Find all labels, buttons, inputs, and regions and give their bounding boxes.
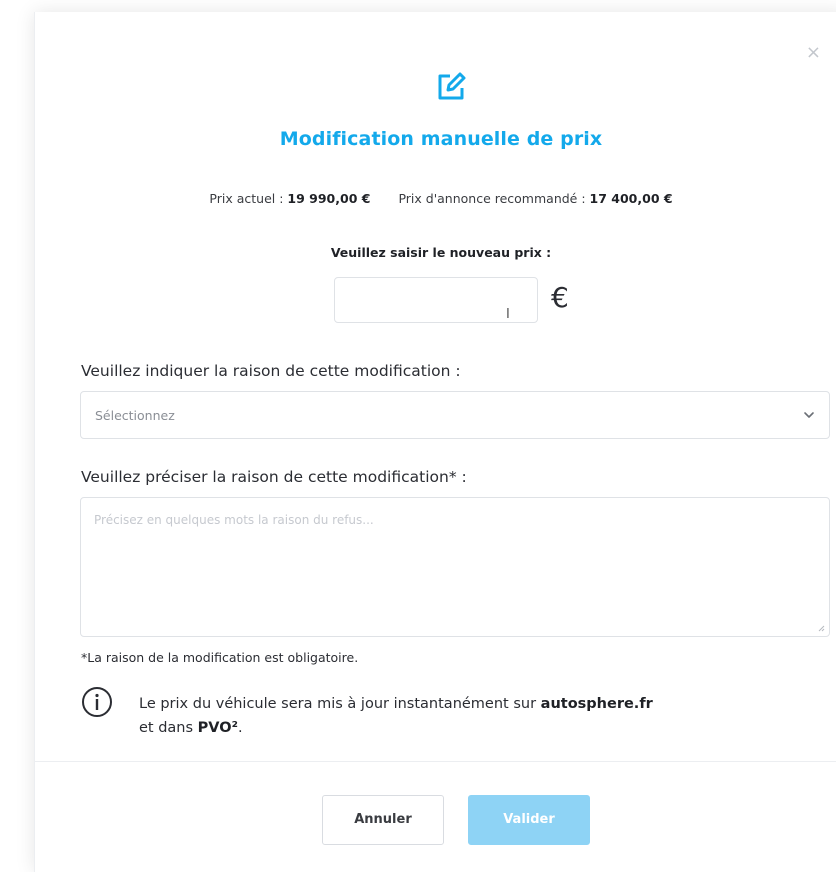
- current-price-label: Prix actuel :: [209, 191, 288, 206]
- info-text-2: et dans: [139, 720, 198, 736]
- current-price-value: 19 990,00 €: [287, 191, 371, 206]
- resize-grip-icon[interactable]: [817, 624, 825, 632]
- new-price-input[interactable]: I: [334, 277, 538, 323]
- detail-textarea[interactable]: Précisez en quelques mots la raison du r…: [80, 497, 830, 637]
- recommended-price-value: 17 400,00 €: [589, 191, 673, 206]
- info-system: PVO²: [197, 720, 238, 736]
- reason-label: Veuillez indiquer la raison de cette mod…: [81, 362, 461, 380]
- info-message: Le prix du véhicule sera mis à jour inst…: [139, 692, 836, 740]
- edit-icon: [438, 72, 466, 100]
- close-icon[interactable]: ×: [806, 44, 821, 62]
- reason-select[interactable]: Sélectionnez: [80, 391, 830, 439]
- info-text-3: .: [237, 720, 243, 736]
- detail-label: Veuillez préciser la raison de cette mod…: [81, 468, 467, 486]
- chevron-down-icon: [804, 412, 814, 418]
- text-cursor-icon: I: [506, 307, 510, 322]
- modal-title: Modification manuelle de prix: [279, 128, 603, 150]
- detail-textarea-placeholder: Précisez en quelques mots la raison du r…: [94, 513, 374, 527]
- price-modification-modal: × Modification manuelle de prix Prix act…: [34, 12, 836, 872]
- info-text-1: Le prix du véhicule sera mis à jour inst…: [139, 696, 541, 712]
- info-site: autosphere.fr: [540, 696, 653, 712]
- price-summary: Prix actuel : 19 990,00 € Prix d'annonce …: [35, 191, 836, 206]
- reason-select-placeholder: Sélectionnez: [95, 408, 175, 423]
- recommended-price-label: Prix d'annonce recommandé :: [398, 191, 590, 206]
- validate-button[interactable]: Valider: [468, 795, 590, 845]
- currency-symbol: €: [551, 281, 569, 314]
- info-icon: [82, 687, 112, 717]
- required-note: *La raison de la modification est obliga…: [81, 650, 359, 665]
- cancel-button[interactable]: Annuler: [322, 795, 444, 845]
- new-price-label: Veuillez saisir le nouveau prix :: [330, 245, 552, 260]
- footer-divider: [35, 761, 836, 762]
